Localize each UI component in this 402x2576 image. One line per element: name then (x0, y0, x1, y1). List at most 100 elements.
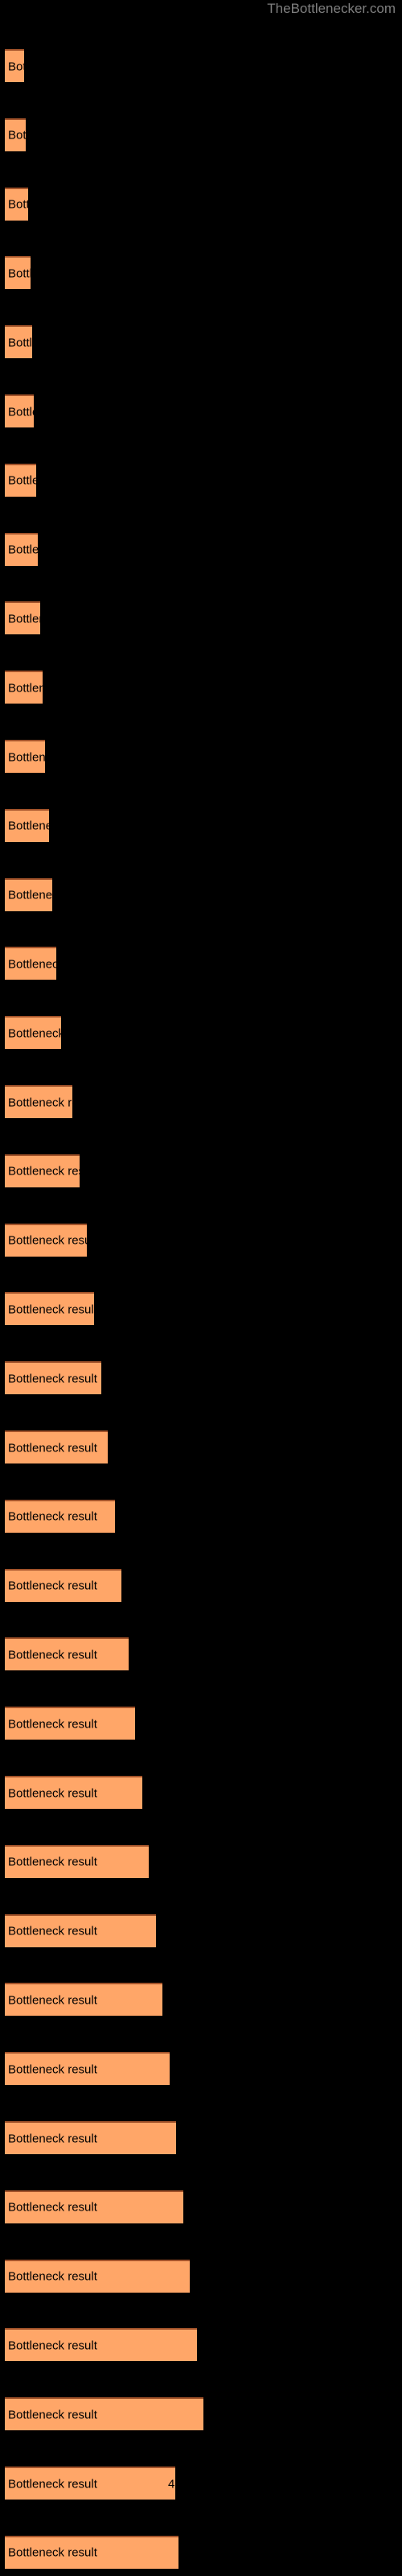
bar-label: Bottleneck result (8, 819, 49, 833)
bar[interactable]: Bottleneck result (5, 2121, 176, 2154)
plot-area: Bottleneck result Bottleneck result Bottle… (0, 0, 402, 2576)
bar[interactable]: Bottleneck result (5, 1983, 162, 2017)
bar[interactable]: Bottleneck result (5, 740, 45, 773)
bar[interactable]: Bottleneck result (5, 1016, 61, 1050)
bar-label: Bottleneck result (8, 681, 43, 696)
bar-row: Bottleneck result (0, 1430, 402, 1463)
bar[interactable]: Bottleneck result (5, 2259, 190, 2293)
bar-row: Bottleneck result (0, 187, 402, 221)
bar[interactable]: Bottleneck result (5, 1154, 80, 1187)
bar[interactable]: Bottleneck result (5, 2190, 183, 2223)
bar-label: Bottleneck result (8, 2545, 97, 2560)
bar-label: Bottleneck result (8, 1786, 97, 1800)
bar-label: Bottleneck result (8, 2062, 97, 2077)
bar[interactable]: Bottleneck result (5, 463, 36, 497)
bar-row: Bottleneck result (0, 1568, 402, 1602)
bar-row: Bottleneck result (0, 671, 402, 704)
bar[interactable]: Bottleneck result (5, 601, 40, 635)
bar-row: Bottleneck result (0, 740, 402, 773)
bar-label: Bottleneck result (8, 1441, 97, 1455)
bar-row: Bottleneck result (0, 2052, 402, 2086)
bar-row: Bottleneck result (0, 1707, 402, 1740)
bar-row: Bottleneck result (0, 49, 402, 82)
bar-label: Bottleneck result (8, 2200, 97, 2215)
bar-row: Bottleneck result (0, 1637, 402, 1671)
bar[interactable]: Bottleneck result (5, 947, 56, 980)
bar-row: Bottleneck result (0, 2535, 402, 2569)
bar-label: Bottleneck result (8, 2269, 97, 2284)
bar[interactable]: Bottleneck result (5, 1913, 156, 1947)
bar-chart: TheBottlenecker.com Bottleneck resultBot… (0, 0, 402, 2576)
bar[interactable]: Bottleneck result (5, 877, 52, 911)
bar-label: Bottleneck result (8, 1233, 87, 1248)
bar-label: Bottleneck result (8, 1579, 97, 1593)
bar-label: Bottleneck result (8, 543, 38, 557)
bar[interactable]: Bottleneck result (5, 49, 24, 82)
bar-row: Bottleneck result 4 (0, 2467, 402, 2500)
bar[interactable]: Bottleneck result 4 (5, 2467, 175, 2500)
bar-row: Bottleneck result (0, 1016, 402, 1050)
bar[interactable]: Bottleneck result (5, 2397, 203, 2431)
bar[interactable]: Bottleneck result (5, 1499, 115, 1533)
bar[interactable]: Bottleneck result (5, 1568, 121, 1602)
bar-row: Bottleneck result (0, 1844, 402, 1878)
bar-label: Bottleneck result (8, 1026, 61, 1041)
bar-row: Bottleneck result (0, 1983, 402, 2017)
bar-row: Bottleneck result (0, 118, 402, 151)
bar[interactable]: Bottleneck result (5, 394, 34, 427)
bar-row: Bottleneck result (0, 1085, 402, 1118)
bar-row: Bottleneck result (0, 1223, 402, 1257)
bar[interactable]: Bottleneck result (5, 187, 28, 221)
bar-row: Bottleneck result (0, 808, 402, 842)
bar[interactable]: Bottleneck result (5, 1430, 108, 1463)
bar-label: Bottleneck result (8, 612, 40, 626)
bar-row: Bottleneck result (0, 394, 402, 427)
bar[interactable]: Bottleneck result (5, 1776, 142, 1809)
bar-row: Bottleneck result (0, 1913, 402, 1947)
bar-row: Bottleneck result (0, 1292, 402, 1326)
bar[interactable]: Bottleneck result (5, 2052, 170, 2086)
bar[interactable]: Bottleneck result (5, 118, 26, 151)
bar[interactable]: Bottleneck result (5, 1223, 87, 1257)
bar-row: Bottleneck result (0, 1776, 402, 1809)
bar-label: Bottleneck result (8, 1855, 97, 1869)
bar-row: Bottleneck result (0, 877, 402, 911)
bar-label: Bottleneck result (8, 1509, 97, 1524)
bar-row: Bottleneck result (0, 2190, 402, 2223)
bar-row: Bottleneck result (0, 2328, 402, 2362)
bar[interactable]: Bottleneck result (5, 671, 43, 704)
bar[interactable]: Bottleneck result (5, 256, 31, 290)
bar-label: Bottleneck result (8, 888, 52, 902)
bar-label: Bottleneck result (8, 1924, 97, 1938)
bar-row: Bottleneck result (0, 463, 402, 497)
bar-row: Bottleneck result (0, 2397, 402, 2431)
bar[interactable]: Bottleneck result (5, 808, 49, 842)
bar-label: Bottleneck result (8, 405, 34, 419)
bar[interactable]: Bottleneck result (5, 1085, 72, 1118)
bar[interactable]: Bottleneck result (5, 1637, 129, 1671)
bar[interactable]: Bottleneck result (5, 2328, 197, 2362)
bar[interactable]: Bottleneck result (5, 1292, 94, 1326)
bar-row: Bottleneck result (0, 947, 402, 980)
bar-row: Bottleneck result (0, 2259, 402, 2293)
bar-row: Bottleneck result (0, 256, 402, 290)
bar-label: Bottleneck result (8, 336, 32, 350)
bar-label: Bottleneck result (8, 2408, 97, 2422)
bar[interactable]: Bottleneck result (5, 1844, 149, 1878)
bar[interactable]: Bottleneck result (5, 325, 32, 359)
bar-row: Bottleneck result (0, 2121, 402, 2154)
bar-label: Bottleneck result (8, 1372, 97, 1386)
bar[interactable]: Bottleneck result (5, 2535, 178, 2569)
bar-label: Bottleneck result (8, 60, 24, 73)
bar[interactable]: Bottleneck result (5, 1361, 101, 1395)
bar-label: Bottleneck result (8, 1648, 97, 1662)
bar-value-label: 4 (168, 2477, 175, 2491)
bar-label: Bottleneck result (8, 2477, 97, 2491)
bar-row: Bottleneck result (0, 1154, 402, 1187)
bar[interactable]: Bottleneck result (5, 532, 38, 566)
bar-label: Bottleneck result (8, 1302, 94, 1317)
bar-row: Bottleneck result (0, 325, 402, 359)
bar-label: Bottleneck result (8, 1717, 97, 1732)
bar[interactable]: Bottleneck result (5, 1707, 135, 1740)
bar-label: Bottleneck result (8, 2339, 97, 2353)
